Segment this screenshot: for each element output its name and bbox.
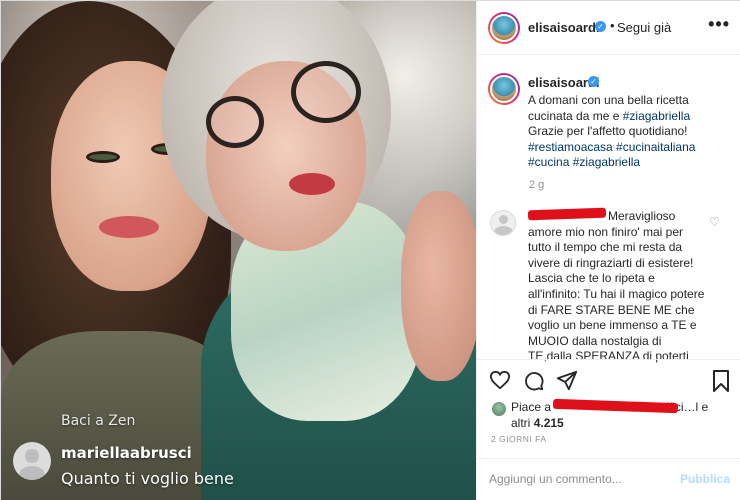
- separator-dot: •: [610, 18, 615, 33]
- verified-badge-icon: ✓: [588, 76, 599, 87]
- commenter-avatar[interactable]: [490, 210, 516, 236]
- post-side-panel: elisaisoardi ✓ • Segui già ••• elisaisoa…: [476, 1, 740, 500]
- comment-bubble-icon[interactable]: [523, 370, 545, 396]
- heart-outline-icon[interactable]: ♡: [709, 215, 720, 229]
- post-date: 2 GIORNI FA: [491, 434, 547, 444]
- woman-left-eye: [86, 151, 120, 163]
- live-commenter-avatar: [13, 442, 51, 480]
- woman-left-lips: [99, 216, 159, 238]
- hashtag-link[interactable]: #ziagabriella: [623, 109, 690, 123]
- liker-avatar[interactable]: [491, 401, 507, 417]
- more-options-icon[interactable]: •••: [708, 14, 730, 35]
- verified-badge-icon: ✓: [595, 21, 606, 32]
- raised-hand: [401, 191, 476, 381]
- share-send-icon[interactable]: [556, 370, 578, 396]
- woman-right-lips: [289, 173, 335, 195]
- comment-text: Meraviglioso amore mio non finiro' mai p…: [528, 209, 705, 364]
- post-modal: Baci a Zen mariellaabrusci Quanto ti vog…: [0, 0, 740, 500]
- author-username[interactable]: elisaisoardi: [528, 20, 600, 35]
- glasses-right-lens: [291, 61, 361, 123]
- comment-input[interactable]: [489, 469, 679, 489]
- add-comment-bar: Pubblica: [477, 458, 740, 500]
- likes-count: 4.215: [533, 416, 564, 430]
- live-overlay-text: Baci a Zen: [61, 413, 136, 429]
- caption-author-avatar[interactable]: [488, 73, 520, 105]
- caption-text-part: Grazie per l'affetto quotidiano!: [528, 124, 688, 138]
- like-heart-icon[interactable]: [489, 370, 511, 394]
- post-header: elisaisoardi ✓ • Segui già •••: [477, 1, 740, 55]
- live-comment-text: Quanto ti voglio bene: [61, 469, 234, 488]
- hashtag-links[interactable]: #restiamoacasa #cucinaitaliana #cucina #…: [528, 140, 695, 170]
- publish-button[interactable]: Pubblica: [680, 472, 730, 486]
- live-commenter-name: mariellaabrusci: [61, 444, 192, 462]
- bookmark-save-icon[interactable]: [712, 370, 730, 396]
- glasses-left-lens: [206, 96, 264, 148]
- caption-text: A domani con una bella ricetta cucinata …: [528, 93, 728, 171]
- follow-status-button[interactable]: Segui già: [617, 20, 671, 35]
- author-avatar[interactable]: [488, 12, 520, 44]
- post-media-video[interactable]: Baci a Zen mariellaabrusci Quanto ti vog…: [1, 1, 476, 500]
- post-actions-bar: [477, 359, 740, 399]
- caption-age: 2 g: [529, 179, 545, 191]
